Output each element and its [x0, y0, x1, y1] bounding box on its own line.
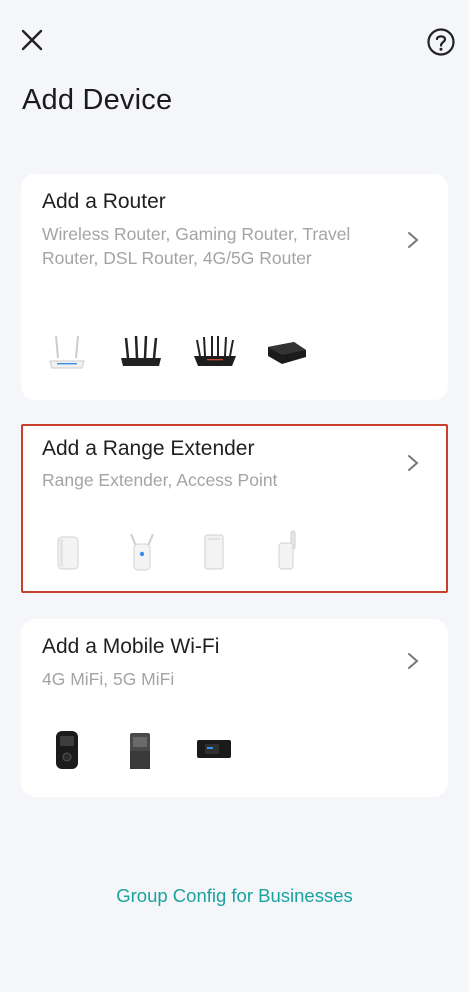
top-bar — [0, 0, 469, 80]
add-mobile-wifi-card[interactable]: Add a Mobile Wi-Fi 4G MiFi, 5G MiFi — [21, 619, 448, 797]
travel-router-icon — [268, 342, 306, 364]
help-button[interactable] — [425, 26, 457, 58]
chevron-right-icon — [408, 455, 419, 471]
router-ax-icon — [121, 335, 161, 366]
close-button[interactable] — [16, 24, 48, 56]
chevron-right-icon — [408, 232, 419, 248]
card-subtitle: Wireless Router, Gaming Router, Travel R… — [42, 224, 351, 268]
wall-extender-icon — [57, 536, 79, 570]
antenna-extender-icon — [130, 533, 154, 571]
add-range-extender-card[interactable]: Add a Range Extender Range Extender, Acc… — [21, 424, 448, 593]
card-subtitle: 4G MiFi, 5G MiFi — [42, 669, 175, 689]
page-title: Add Device — [22, 84, 173, 116]
group-config-link[interactable]: Group Config for Businesses — [0, 885, 469, 907]
mifi-4g-icon — [56, 731, 78, 769]
card-title: Add a Range Extender — [42, 437, 255, 460]
dual-antenna-extender-icon — [278, 530, 296, 570]
close-icon — [21, 29, 43, 51]
gaming-router-icon — [194, 336, 236, 366]
mifi-5g-icon — [130, 733, 150, 769]
add-router-card[interactable]: Add a Router Wireless Router, Gaming Rou… — [21, 174, 448, 400]
card-title: Add a Mobile Wi-Fi — [42, 635, 220, 658]
mifi-pocket-icon — [197, 740, 231, 758]
mesh-extender-icon — [204, 534, 224, 570]
chevron-right-icon — [408, 653, 419, 669]
help-circle-icon — [427, 28, 455, 56]
wireless-router-icon — [49, 335, 85, 369]
card-title: Add a Router — [42, 190, 166, 213]
card-subtitle: Range Extender, Access Point — [42, 470, 278, 490]
